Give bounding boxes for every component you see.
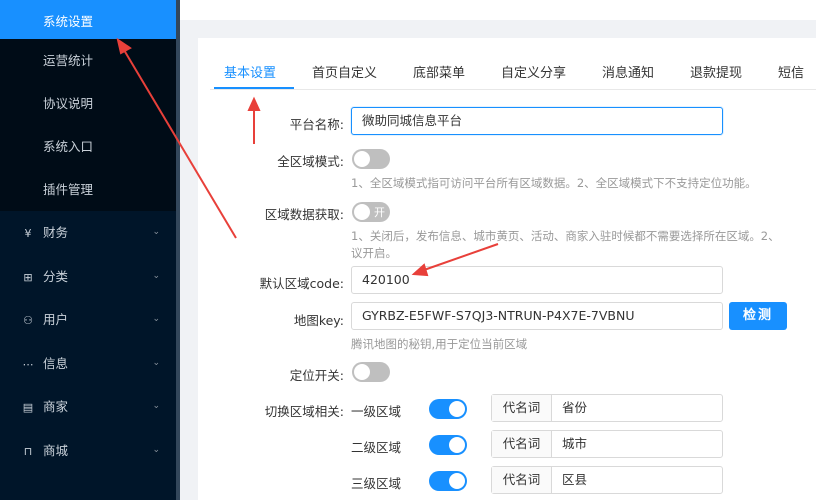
switch-knob xyxy=(354,204,370,220)
sidebar-menu-label: 信息 xyxy=(43,355,69,371)
chevron-down-icon: ⌄ xyxy=(152,401,160,411)
sidebar-menu-label: 商城 xyxy=(43,442,69,458)
alias-value: 城市 xyxy=(562,436,588,451)
yen-icon: ¥ xyxy=(24,227,32,240)
level2-alias-input[interactable]: 代名词 城市 xyxy=(491,430,723,458)
check-button[interactable]: 检测 xyxy=(729,302,787,330)
region-fetch-switch[interactable]: 开 xyxy=(352,202,390,222)
alias-prefix: 代名词 xyxy=(492,431,552,457)
sidebar-menu-finance[interactable]: ¥ 财务 ⌄ xyxy=(0,211,176,255)
default-region-code-label: 默认区域code: xyxy=(259,276,344,291)
level1-region-label: 一级区域 xyxy=(351,404,402,419)
sidebar-menu-info[interactable]: ⋯ 信息 ⌄ xyxy=(0,342,176,386)
level3-alias-input[interactable]: 代名词 区县 xyxy=(491,466,723,494)
sidebar-menu-label: 商家 xyxy=(43,399,69,414)
location-switch[interactable] xyxy=(352,362,390,382)
map-key-label: 地图key: xyxy=(293,313,344,328)
tab-sms[interactable]: 短信 xyxy=(778,62,804,81)
message-icon: ⋯ xyxy=(22,357,34,371)
alias-value: 省份 xyxy=(562,400,588,415)
level3-region-label: 三级区域 xyxy=(351,476,402,491)
tab-bottom-menu[interactable]: 底部菜单 xyxy=(413,62,465,81)
sidebar-item-system-entry[interactable]: 系统入口 xyxy=(0,125,176,168)
store-icon: ▤ xyxy=(22,401,34,414)
sidebar-menu-label: 分类 xyxy=(43,268,69,284)
tab-message-notify[interactable]: 消息通知 xyxy=(602,62,654,81)
tab-active-indicator xyxy=(214,87,294,89)
switch-region-label: 切换区域相关: xyxy=(264,404,344,419)
all-region-mode-hint: 1、全区域模式指可访问平台所有区域数据。2、全区域模式下不支持定位功能。 xyxy=(351,176,757,190)
level1-alias-input[interactable]: 代名词 省份 xyxy=(491,394,723,422)
switch-knob xyxy=(449,437,465,453)
platform-name-label: 平台名称: xyxy=(289,117,344,132)
settings-tabs: 基本设置 首页自定义 底部菜单 自定义分享 消息通知 退款提现 短信 xyxy=(210,54,816,90)
chevron-down-icon: ⌄ xyxy=(152,314,160,324)
switch-knob xyxy=(449,401,465,417)
sidebar-item-operation-stats[interactable]: 运营统计 xyxy=(0,39,176,82)
sidebar-menu-label: 财务 xyxy=(43,225,69,240)
sidebar-menu-user[interactable]: ⚇ 用户 ⌄ xyxy=(0,298,176,342)
sidebar-item-plugin-manage[interactable]: 插件管理 xyxy=(0,168,176,211)
map-key-input[interactable]: GYRBZ-E5FWF-S7QJ3-NTRUN-P4X7E-7VBNU xyxy=(351,302,723,330)
sidebar-item-system-settings[interactable]: 系统设置 xyxy=(0,0,176,39)
sidebar: 系统设置 运营统计 协议说明 系统入口 插件管理 ¥ 财务 ⌄ ⊞ 分类 ⌄ ⚇ 用户… xyxy=(0,0,176,500)
tab-home-custom[interactable]: 首页自定义 xyxy=(312,62,377,81)
region-fetch-label: 区域数据获取: xyxy=(264,207,344,222)
alias-prefix: 代名词 xyxy=(492,395,552,421)
all-region-mode-switch[interactable] xyxy=(352,149,390,169)
level3-region-switch[interactable] xyxy=(429,471,467,491)
tab-basic-settings[interactable]: 基本设置 xyxy=(224,62,276,81)
sidebar-scrollbar[interactable] xyxy=(176,0,180,500)
region-fetch-hint-line1: 1、关闭后，发布信息、城市黄页、活动、商家入驻时候都不需要选择所在区域。2、 xyxy=(351,229,780,243)
grid-icon: ⊞ xyxy=(23,270,33,284)
default-region-code-input[interactable]: 420100 xyxy=(351,266,723,294)
chevron-down-icon: ⌄ xyxy=(152,444,160,455)
switch-knob xyxy=(354,364,370,380)
switch-text: 开 xyxy=(374,206,385,219)
region-fetch-hint-line2: 议开启。 xyxy=(351,246,397,260)
chevron-down-icon: ⌄ xyxy=(152,357,160,368)
platform-name-input[interactable]: 微助同城信息平台 xyxy=(351,107,723,135)
sidebar-menu-merchant[interactable]: ▤ 商家 ⌄ xyxy=(0,385,176,429)
location-switch-label: 定位开关: xyxy=(289,368,344,383)
level2-region-label: 二级区域 xyxy=(351,440,402,455)
sidebar-menu-mall[interactable]: ⊓ 商城 ⌄ xyxy=(0,429,176,473)
tab-custom-share[interactable]: 自定义分享 xyxy=(501,62,566,81)
switch-knob xyxy=(354,151,370,167)
level2-region-switch[interactable] xyxy=(429,435,467,455)
switch-knob xyxy=(449,473,465,489)
top-bar xyxy=(180,0,816,20)
sidebar-menu-label: 用户 xyxy=(43,312,69,327)
user-icon: ⚇ xyxy=(23,314,33,327)
alias-value: 区县 xyxy=(562,472,588,487)
all-region-mode-label: 全区域模式: xyxy=(277,154,344,169)
sidebar-item-agreement[interactable]: 协议说明 xyxy=(0,82,176,125)
level1-region-switch[interactable] xyxy=(429,399,467,419)
sidebar-menu-category[interactable]: ⊞ 分类 ⌄ xyxy=(0,255,176,299)
map-key-hint: 腾讯地图的秘钥,用于定位当前区域 xyxy=(351,337,528,351)
tab-refund-withdraw[interactable]: 退款提现 xyxy=(690,62,742,81)
settings-panel: 基本设置 首页自定义 底部菜单 自定义分享 消息通知 退款提现 短信 平台名称:… xyxy=(198,38,816,500)
alias-prefix: 代名词 xyxy=(492,467,552,493)
chevron-down-icon: ⌄ xyxy=(152,270,160,281)
shop-bag-icon: ⊓ xyxy=(23,444,33,458)
chevron-down-icon: ⌄ xyxy=(152,227,160,237)
